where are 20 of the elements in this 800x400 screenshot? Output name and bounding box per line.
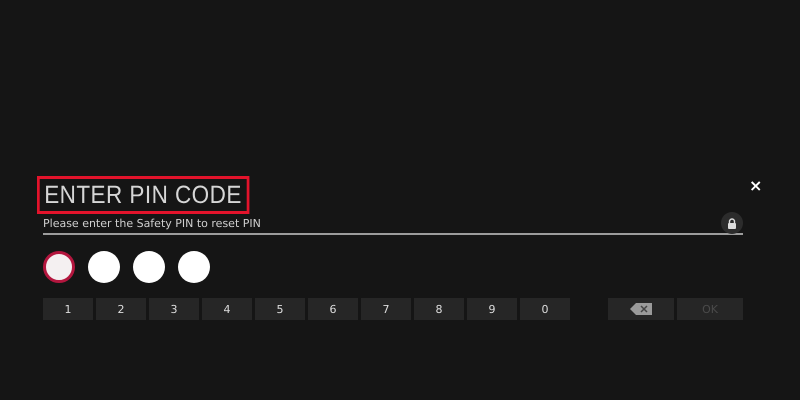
dialog-title: ENTER PIN CODE [37,176,249,214]
digit-key[interactable]: 3 [149,298,199,320]
backspace-button[interactable] [608,298,674,320]
digit-key[interactable]: 2 [96,298,146,320]
digit-key[interactable]: 7 [361,298,411,320]
digit-key[interactable]: 6 [308,298,358,320]
digit-key[interactable]: 1 [43,298,93,320]
pin-digit-field[interactable] [178,251,210,283]
lock-icon [721,212,743,234]
digit-key[interactable]: 9 [467,298,517,320]
digit-key[interactable]: 4 [202,298,252,320]
digit-key[interactable]: 0 [520,298,570,320]
digit-key[interactable]: 8 [414,298,464,320]
backspace-icon [630,303,652,315]
pin-digit-field[interactable] [43,251,75,283]
pin-digit-field[interactable] [133,251,165,283]
close-button[interactable]: × [749,177,762,195]
pin-digit-field[interactable] [88,251,120,283]
digit-key[interactable]: 5 [255,298,305,320]
instruction-text: Please enter the Safety PIN to reset PIN [43,216,261,230]
